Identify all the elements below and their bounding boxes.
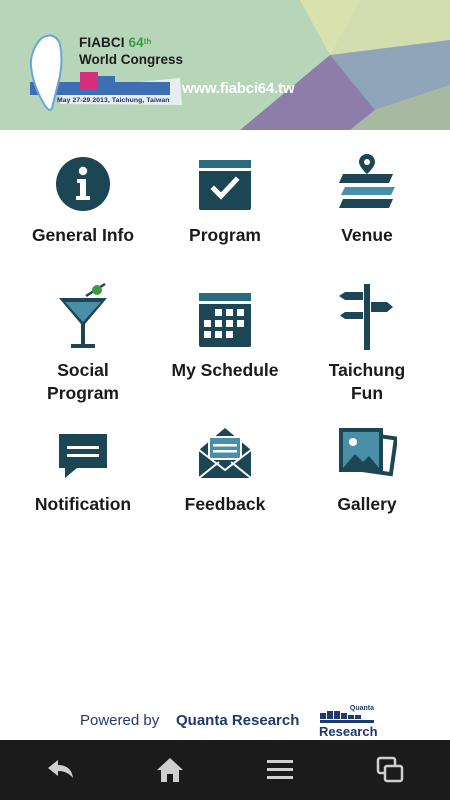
website-url[interactable]: www.fiabci64.tw — [182, 80, 295, 97]
social-program-label-line2: Program — [47, 383, 119, 403]
header-banner: FIABCI 64th World Congress May 27-29 201… — [0, 0, 450, 130]
powered-by-text: Powered by — [80, 712, 160, 729]
menu-icon[interactable] — [264, 754, 296, 786]
edition-number: 64 — [128, 35, 144, 50]
company-name: Quanta Research — [176, 712, 300, 729]
general-info-button[interactable]: General Info — [8, 154, 158, 254]
quanta-research-logo: Quanta Research — [318, 705, 378, 739]
envelope-icon — [198, 428, 252, 479]
message-icon — [59, 434, 107, 478]
recent-apps-icon[interactable] — [374, 754, 406, 786]
social-program-button[interactable]: Social Program — [8, 282, 158, 407]
my-schedule-button[interactable]: My Schedule — [150, 290, 300, 390]
banner-background — [0, 0, 450, 130]
gallery-button[interactable]: Gallery — [292, 426, 442, 526]
taichung-fun-button[interactable]: Taichung Fun — [292, 282, 442, 407]
taichung-fun-label: Taichung Fun — [292, 359, 442, 405]
program-button[interactable]: Program — [150, 154, 300, 254]
taichung-fun-label-line1: Taichung — [328, 360, 406, 380]
logo-text-top: Quanta — [349, 705, 374, 712]
map-layers-icon — [339, 154, 395, 208]
system-navigation-bar — [0, 740, 450, 800]
taichung-fun-label-line2: Fun — [350, 383, 384, 403]
gallery-label: Gallery — [337, 494, 397, 514]
logo-text-bottom: Research — [319, 724, 378, 739]
home-icon[interactable] — [154, 754, 186, 786]
congress-dates: May 27-29 2013, Taichung, Taiwan — [57, 97, 170, 104]
notification-button[interactable]: Notification — [8, 426, 158, 526]
cocktail-icon — [59, 282, 107, 348]
feedback-button[interactable]: Feedback — [150, 426, 300, 526]
powered-by-footer: Powered by Quanta Research Quanta Resear… — [0, 700, 450, 740]
calendar-check-icon — [199, 160, 251, 210]
signpost-icon — [339, 284, 393, 350]
social-program-label-line1: Social — [57, 360, 109, 380]
notification-label: Notification — [34, 494, 132, 514]
venue-label: Venue — [341, 225, 393, 245]
my-schedule-label: My Schedule — [171, 360, 279, 380]
venue-button[interactable]: Venue — [292, 154, 442, 254]
social-program-label: Social Program — [8, 359, 158, 405]
calendar-grid-icon — [199, 293, 251, 347]
general-info-label: General Info — [31, 225, 135, 245]
program-label: Program — [189, 225, 261, 245]
feedback-label: Feedback — [184, 494, 266, 514]
back-icon[interactable] — [44, 754, 76, 786]
photos-icon — [339, 428, 397, 477]
info-icon — [56, 157, 110, 211]
congress-title: FIABCI 64th — [79, 35, 152, 50]
edition-suffix: th — [143, 37, 152, 46]
congress-subtitle: World Congress — [79, 52, 184, 67]
